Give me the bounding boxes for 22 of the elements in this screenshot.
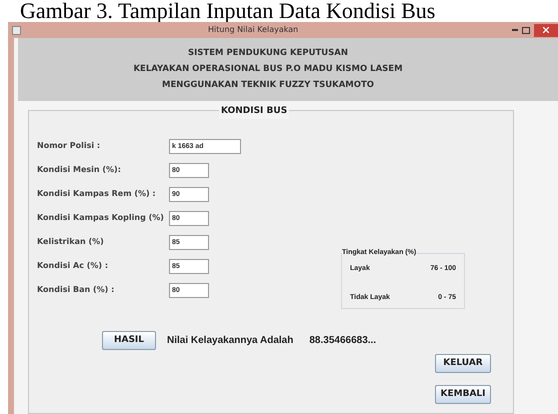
maximize-icon[interactable]	[522, 26, 530, 34]
app-icon	[12, 26, 21, 34]
field-label: Kondisi Kampas Kopling (%)	[37, 212, 165, 224]
field-label: Kondisi Kampas Rem (%) :	[37, 188, 157, 200]
result-label: Nilai Kelayakannya Adalah	[167, 334, 294, 348]
result-value: 88.35466683...	[309, 334, 376, 348]
header-title: MENGGUNAKAN TEKNIK FUZZY TSUKAMOTO	[162, 78, 374, 92]
field-label: Kondisi Ac (%) :	[37, 260, 110, 272]
header-title: SISTEM PENDUKUNG KEPUTUSAN	[188, 47, 348, 60]
figure-caption: Gambar 3. Tampilan Inputan Data Kondisi Bus	[19, 0, 436, 22]
field-label: Kondisi Ban (%) :	[37, 284, 116, 296]
close-icon[interactable]	[543, 27, 549, 33]
field-label: Kelistrikan (%)	[37, 236, 105, 248]
close-button[interactable]	[534, 24, 558, 36]
field-label: Nomor Polisi :	[37, 140, 102, 152]
field-label: Kondisi Mesin (%):	[37, 164, 122, 176]
result-button[interactable]: HASIL	[102, 331, 156, 350]
action-button[interactable]: KEMBALI	[435, 385, 491, 404]
action-button[interactable]: KELUAR	[435, 354, 491, 373]
window-title: Hitung Nilai Kelayakan	[208, 24, 298, 36]
header-title: KELAYAKAN OPERASIONAL BUS P.O MADU KISMO LASEM	[133, 63, 403, 76]
panel-title: KONDISI BUS	[219, 105, 290, 118]
